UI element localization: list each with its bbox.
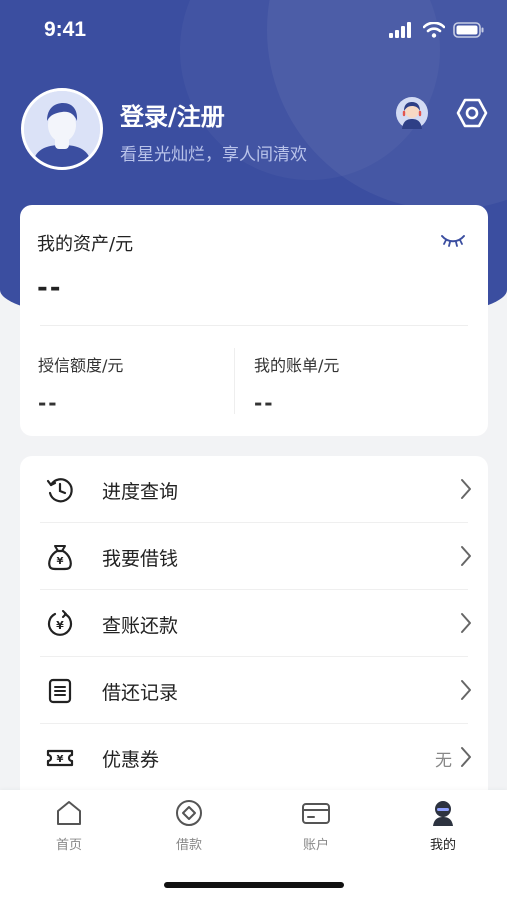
coupon-icon: ¥ <box>46 749 74 767</box>
chevron-right-icon <box>461 613 471 633</box>
divider <box>234 348 235 414</box>
tab-label: 借款 <box>175 838 202 853</box>
profile-slogan: 看星光灿烂，享人间清欢 <box>120 145 307 165</box>
asset-label: 我的资产/元 <box>37 234 134 255</box>
screen: 9:41 登录/注册 看星光灿烂，享人间清欢 我的资产/元 -- 授信额度/元 … <box>0 0 507 900</box>
tab-home[interactable]: 首页 <box>24 798 114 853</box>
avatar[interactable] <box>21 88 103 170</box>
menu-item-progress[interactable]: 进度查询 <box>20 456 488 523</box>
menu-item-coupon[interactable]: ¥ 优惠券 无 <box>20 724 488 791</box>
tab-loan[interactable]: 借款 <box>144 798 234 853</box>
status-time: 9:41 <box>44 18 87 41</box>
tab-label: 我的 <box>429 838 456 853</box>
svg-text:¥: ¥ <box>57 754 64 765</box>
asset-value: -- <box>37 273 63 303</box>
chevron-right-icon <box>461 680 471 700</box>
document-list-icon <box>48 678 72 704</box>
status-bar: 9:41 <box>0 0 507 62</box>
money-bag-icon: ¥ <box>48 545 72 571</box>
chevron-right-icon <box>461 479 471 499</box>
chevron-right-icon <box>461 747 471 767</box>
signal-icon <box>389 22 411 38</box>
wifi-icon <box>423 22 445 38</box>
coupon-count: 无 <box>435 751 452 771</box>
svg-text:¥: ¥ <box>57 556 64 567</box>
bill-value: -- <box>254 391 275 415</box>
credit-limit-value: -- <box>38 391 59 415</box>
menu-item-label: 进度查询 <box>102 481 179 503</box>
loan-icon <box>176 800 202 826</box>
asset-card: 我的资产/元 -- 授信额度/元 -- 我的账单/元 -- <box>20 205 488 436</box>
menu-item-label: 优惠券 <box>102 749 160 771</box>
tab-label: 账户 <box>302 838 329 853</box>
chevron-right-icon <box>461 546 471 566</box>
menu-item-label: 我要借钱 <box>102 548 179 570</box>
user-avatar-icon <box>24 91 100 167</box>
status-icons <box>389 22 485 38</box>
menu-item-label: 借还记录 <box>102 682 179 704</box>
clock-history-icon <box>46 478 73 503</box>
tab-mine[interactable]: 我的 <box>398 798 488 853</box>
menu-item-repay[interactable]: ¥ 查账还款 <box>20 590 488 657</box>
menu-item-borrow[interactable]: ¥ 我要借钱 <box>20 523 488 590</box>
battery-icon <box>453 22 484 38</box>
eye-closed-icon[interactable] <box>440 233 466 247</box>
login-register-link[interactable]: 登录/注册 <box>120 97 225 132</box>
customer-service-icon[interactable] <box>395 96 429 130</box>
tab-account[interactable]: 账户 <box>271 798 361 853</box>
settings-icon[interactable] <box>455 96 489 130</box>
home-indicator[interactable] <box>164 882 344 888</box>
menu-item-records[interactable]: 借还记录 <box>20 657 488 724</box>
divider <box>40 325 468 326</box>
tab-label: 首页 <box>55 838 82 853</box>
home-icon <box>57 801 81 825</box>
credit-limit-label: 授信额度/元 <box>38 356 124 375</box>
card-icon <box>302 803 330 824</box>
menu-item-label: 查账还款 <box>102 615 179 637</box>
profile-icon <box>433 801 453 826</box>
svg-text:¥: ¥ <box>56 619 64 632</box>
yuan-refresh-icon: ¥ <box>47 610 73 636</box>
bill-label: 我的账单/元 <box>254 356 340 375</box>
